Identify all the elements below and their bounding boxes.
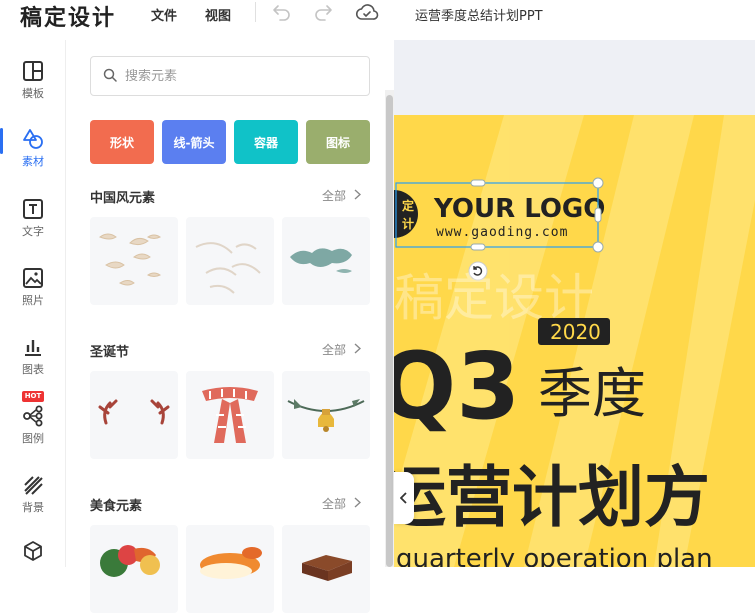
menu-file[interactable]: 文件: [151, 5, 177, 24]
rail-label: 背景: [22, 501, 44, 514]
chevron-right-icon: [354, 496, 362, 511]
cloud-save-icon[interactable]: [355, 3, 379, 25]
section-more-link[interactable]: 全部: [322, 187, 362, 204]
rail-item-chart[interactable]: 图表: [0, 336, 66, 398]
tag-containers[interactable]: 容器: [234, 120, 298, 164]
resize-handle: [470, 243, 486, 251]
shapes-icon: [22, 128, 44, 150]
resize-handle: [594, 207, 602, 223]
resize-handle: [470, 179, 486, 187]
diagram-icon: [22, 405, 44, 427]
template-icon: [22, 60, 44, 82]
tag-shapes[interactable]: 形状: [90, 120, 154, 164]
poster-slide[interactable]: 定 计 YOUR LOGO www.gaoding.com 稿定设计 2020 …: [394, 40, 755, 567]
more-label: 全部: [322, 497, 347, 511]
resize-handle: [592, 177, 604, 189]
logo-badge-text: 计: [402, 216, 414, 231]
element-thumbnail[interactable]: [90, 217, 178, 305]
element-thumbnail[interactable]: [282, 217, 370, 305]
season-text: 季度: [538, 362, 646, 425]
logo-url-text: www.gaoding.com: [436, 225, 568, 240]
text-icon: [22, 198, 44, 220]
logo-badge-text: 定: [402, 198, 414, 213]
section-title: 美食元素: [90, 499, 143, 514]
hot-badge: HOT: [22, 391, 44, 402]
menu-view[interactable]: 视图: [205, 5, 231, 24]
rail-item-photo[interactable]: 照片: [0, 267, 66, 329]
collapse-panel-button[interactable]: [394, 472, 414, 524]
rail-item-template[interactable]: 模板: [0, 60, 66, 122]
panel-scrollbar-thumb[interactable]: [386, 95, 393, 567]
logo-main-text: YOUR LOGO: [433, 194, 605, 224]
photo-icon: [22, 267, 44, 289]
materials-panel: 形状 线-箭头 容器 图标 中国风元素 全部 圣诞节 全部: [66, 40, 394, 613]
section-more-link[interactable]: 全部: [322, 495, 362, 512]
section-title: 中国风元素: [90, 191, 156, 206]
chevron-right-icon: [354, 342, 362, 357]
element-thumbnail[interactable]: [186, 525, 274, 613]
search-icon: [103, 67, 117, 86]
rail-label: 图表: [22, 363, 44, 376]
document-title[interactable]: 运营季度总结计划PPT: [415, 5, 543, 24]
element-thumbnail[interactable]: [186, 217, 274, 305]
undo-icon[interactable]: [272, 3, 292, 25]
quarter-text: Q3: [394, 333, 520, 440]
app-logo[interactable]: 稿定设计: [20, 0, 116, 32]
left-rail: 模板 素材 文字 照片 图表 HOT 图例 背景: [0, 40, 66, 567]
tag-lines-arrows[interactable]: 线-箭头: [162, 120, 226, 164]
element-thumbnail[interactable]: [186, 371, 274, 459]
subline-text: quarterly operation plan: [396, 544, 713, 567]
toolbar-divider: [255, 2, 256, 22]
rail-item-diagram[interactable]: 图例: [0, 405, 66, 467]
more-label: 全部: [322, 189, 347, 203]
redo-icon[interactable]: [313, 3, 333, 25]
section-more-link[interactable]: 全部: [322, 341, 362, 358]
rail-label: 照片: [22, 294, 44, 307]
section-title: 圣诞节: [90, 345, 130, 360]
element-thumbnail[interactable]: [90, 525, 178, 613]
rail-label: 模板: [22, 87, 44, 100]
rail-item-background[interactable]: 背景: [0, 474, 66, 536]
chevron-left-icon: [399, 489, 408, 508]
year-text: 2020: [550, 320, 601, 344]
search-input[interactable]: [125, 68, 355, 84]
chart-icon: [22, 336, 44, 358]
background-icon: [22, 474, 44, 496]
tag-icons[interactable]: 图标: [306, 120, 370, 164]
top-bar: 稿定设计 文件 视图 运营季度总结计划PPT: [0, 0, 755, 40]
rail-item-materials[interactable]: 素材: [0, 128, 66, 190]
rail-item-3d[interactable]: [0, 540, 66, 602]
element-thumbnail[interactable]: [90, 371, 178, 459]
chevron-right-icon: [354, 188, 362, 203]
headline-text: 运营计划方: [394, 459, 710, 536]
rail-label: 素材: [22, 155, 44, 168]
resize-handle: [592, 241, 604, 253]
element-thumbnail[interactable]: [282, 371, 370, 459]
editor-canvas[interactable]: 定 计 YOUR LOGO www.gaoding.com 稿定设计 2020 …: [394, 40, 755, 567]
rail-item-text[interactable]: 文字: [0, 198, 66, 260]
more-label: 全部: [322, 343, 347, 357]
cube-icon: [22, 540, 44, 562]
rail-label: 文字: [22, 225, 44, 238]
search-box[interactable]: [90, 56, 370, 96]
rail-label: 图例: [22, 432, 44, 445]
element-thumbnail[interactable]: [282, 525, 370, 613]
